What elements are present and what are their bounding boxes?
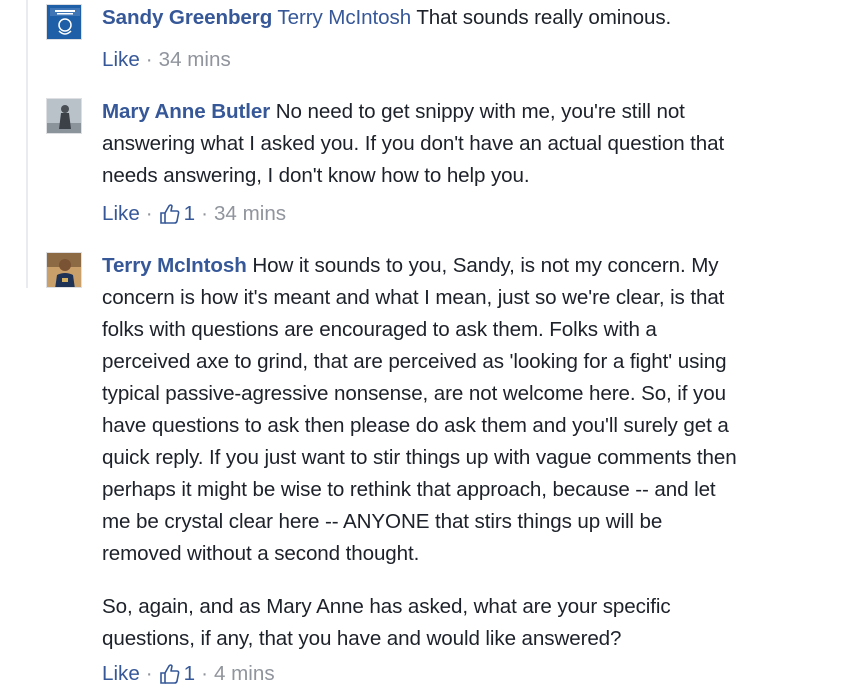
comment-line-9: me be crystal clear here -- ANYONE that … (102, 510, 663, 533)
comment-line-3: needs answering, I don't know how to hel… (102, 164, 530, 187)
comment-p2-line-1: So, again, and as Mary Anne has asked, w… (102, 595, 671, 618)
timestamp-link[interactable]: 4 mins (214, 660, 275, 688)
comment-line-7: quick reply. If you just want to stir th… (102, 446, 737, 469)
comment-line-5: typical passive-agressive nonsense, are … (102, 382, 726, 405)
thumbs-up-icon (159, 204, 180, 224)
junior-doctors-avatar-icon (47, 5, 81, 39)
comment-line-3: folks with questions are encouraged to a… (102, 318, 657, 341)
comment-text: Mary Anne Butler No need to get snippy w… (102, 96, 862, 192)
comment-actions: Like · 34 mins (102, 46, 231, 74)
timestamp-link[interactable]: 34 mins (159, 46, 231, 74)
comment-text: Terry McIntosh How it sounds to you, San… (102, 250, 862, 655)
person-photo-avatar-icon (47, 253, 81, 287)
comment-body: That sounds really ominous. (416, 6, 672, 29)
comment-line-6: have questions to ask then please do ask… (102, 414, 729, 437)
like-count-value: 1 (183, 202, 196, 225)
avatar[interactable] (46, 4, 82, 40)
thumbs-up-icon (159, 664, 180, 684)
avatar[interactable] (46, 252, 82, 288)
like-count[interactable]: 1 (159, 660, 195, 688)
comment-paragraph-2: So, again, and as Mary Anne has asked, w… (102, 591, 862, 655)
comment-author-link[interactable]: Sandy Greenberg (102, 6, 272, 29)
like-button[interactable]: Like (102, 660, 140, 688)
comment-text: Sandy Greenberg Terry McIntosh That soun… (102, 2, 862, 34)
comment-line-10: removed without a second thought. (102, 542, 420, 565)
comment-line-2: answering what I asked you. If you don't… (102, 132, 725, 155)
like-button[interactable]: Like (102, 200, 140, 228)
like-button[interactable]: Like (102, 46, 140, 74)
comment-line-2: concern is how it's meant and what I mea… (102, 286, 725, 309)
like-count[interactable]: 1 (159, 200, 195, 228)
comment-line-1: How it sounds to you, Sandy, is not my c… (252, 254, 719, 277)
timestamp-link[interactable]: 34 mins (214, 200, 286, 228)
avatar[interactable] (46, 98, 82, 134)
mention-link[interactable]: Terry McIntosh (277, 6, 411, 29)
comment-line-1: No need to get snippy with me, you're st… (275, 100, 685, 123)
comment-actions: Like · 1 · 4 mins (102, 660, 275, 688)
separator-dot: · (145, 202, 153, 225)
comment-line-4: perceived axe to grind, that are perceiv… (102, 350, 727, 373)
thread-line (26, 0, 28, 288)
person-photo-avatar-icon (47, 99, 81, 133)
separator-dot: · (145, 662, 153, 685)
comment-author-link[interactable]: Mary Anne Butler (102, 100, 270, 123)
separator-dot: · (201, 202, 208, 225)
comment-actions: Like · 1 · 34 mins (102, 200, 286, 228)
separator-dot: · (201, 662, 208, 685)
like-count-value: 1 (183, 662, 196, 685)
comment-author-link[interactable]: Terry McIntosh (102, 254, 247, 277)
separator-dot: · (145, 48, 153, 71)
comment-line-8: perhaps it might be wise to rethink that… (102, 478, 716, 501)
comment-p2-line-2: questions, if any, that you have and wou… (102, 627, 622, 650)
